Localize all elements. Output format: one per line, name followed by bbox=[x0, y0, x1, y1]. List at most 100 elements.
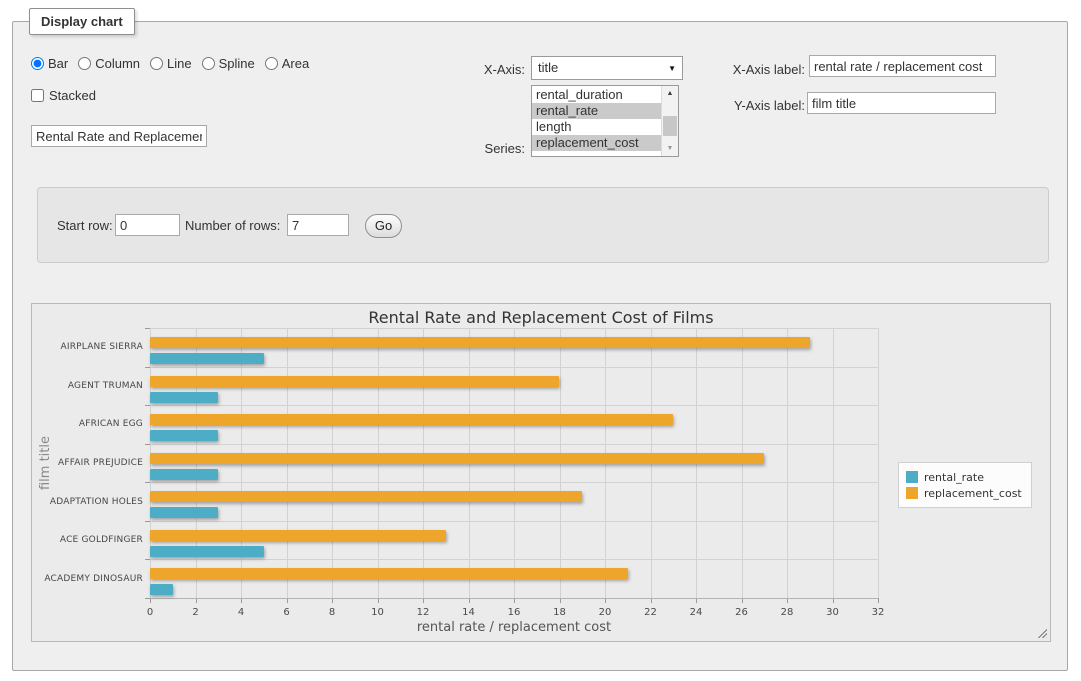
chart-title-input[interactable] bbox=[31, 125, 207, 147]
resize-handle-icon[interactable] bbox=[1036, 627, 1047, 638]
x-tick-label: 14 bbox=[456, 607, 482, 618]
legend-item-rental_rate[interactable]: rental_rate bbox=[906, 469, 1022, 485]
chart-type-label-line: Line bbox=[167, 56, 192, 71]
chart-type-radio-spline[interactable] bbox=[202, 57, 215, 70]
gridline-y bbox=[150, 405, 878, 406]
x-axis-select[interactable]: title ▼ bbox=[531, 56, 683, 80]
scroll-up-icon[interactable]: ▲ bbox=[662, 86, 678, 101]
bar-rental_rate[interactable] bbox=[150, 430, 218, 441]
bar-replacement_cost[interactable] bbox=[150, 568, 628, 579]
number-of-rows-input[interactable] bbox=[287, 214, 349, 236]
bar-replacement_cost[interactable] bbox=[150, 530, 446, 541]
x-tick-label: 10 bbox=[365, 607, 391, 618]
gridline-y bbox=[150, 328, 878, 329]
chart-type-label-column: Column bbox=[95, 56, 140, 71]
chart-type-option-spline[interactable]: Spline bbox=[202, 56, 255, 71]
bar-replacement_cost[interactable] bbox=[150, 453, 764, 464]
y-tick-mark bbox=[145, 405, 150, 406]
chart-type-option-line[interactable]: Line bbox=[150, 56, 192, 71]
bar-rental_rate[interactable] bbox=[150, 546, 264, 557]
legend-label: rental_rate bbox=[924, 471, 984, 484]
x-tick-label: 2 bbox=[183, 607, 209, 618]
chart-type-label-area: Area bbox=[282, 56, 309, 71]
x-tick-label: 6 bbox=[274, 607, 300, 618]
chart-legend: rental_rate replacement_cost bbox=[898, 462, 1032, 508]
chevron-down-icon: ▼ bbox=[668, 64, 676, 73]
scroll-down-icon[interactable]: ▼ bbox=[662, 141, 678, 156]
y-tick-mark bbox=[145, 328, 150, 329]
bar-rental_rate[interactable] bbox=[150, 392, 218, 403]
chart-type-option-area[interactable]: Area bbox=[265, 56, 309, 71]
chart-type-radio-line[interactable] bbox=[150, 57, 163, 70]
gridline-y bbox=[150, 482, 878, 483]
chart-type-radio-column[interactable] bbox=[78, 57, 91, 70]
x-tick-label: 0 bbox=[137, 607, 163, 618]
chart-type-option-column[interactable]: Column bbox=[78, 56, 140, 71]
legend-swatch-rental_rate bbox=[906, 471, 918, 483]
x-tick-label: 28 bbox=[774, 607, 800, 618]
go-button[interactable]: Go bbox=[365, 214, 402, 238]
bar-rental_rate[interactable] bbox=[150, 353, 264, 364]
y-tick-mark bbox=[145, 482, 150, 483]
series-option-length[interactable]: length bbox=[532, 119, 661, 135]
gridline-y bbox=[150, 559, 878, 560]
gridline-x bbox=[833, 328, 834, 598]
x-tick-label: 4 bbox=[228, 607, 254, 618]
series-list-scrollbar[interactable]: ▲ ▼ bbox=[661, 86, 678, 156]
legend-item-replacement_cost[interactable]: replacement_cost bbox=[906, 485, 1022, 501]
series-caption: Series: bbox=[451, 141, 525, 156]
plot-area: 02468101214161820222426283032AIRPLANE SI… bbox=[150, 328, 878, 598]
scrollbar-thumb[interactable] bbox=[663, 116, 677, 136]
start-row-input[interactable] bbox=[115, 214, 180, 236]
x-axis-caption: X-Axis: bbox=[451, 62, 525, 77]
y-tick-mark bbox=[145, 559, 150, 560]
chart-type-radio-area[interactable] bbox=[265, 57, 278, 70]
chart-type-radio-bar[interactable] bbox=[31, 57, 44, 70]
gridline-y bbox=[150, 444, 878, 445]
x-tick-label: 16 bbox=[501, 607, 527, 618]
bar-rental_rate[interactable] bbox=[150, 507, 218, 518]
x-tick-label: 8 bbox=[319, 607, 345, 618]
bar-replacement_cost[interactable] bbox=[150, 337, 810, 348]
bar-rental_rate[interactable] bbox=[150, 584, 173, 595]
series-option-replacement_cost[interactable]: replacement_cost bbox=[532, 135, 661, 151]
chart-type-option-bar[interactable]: Bar bbox=[31, 56, 68, 71]
gridline-y bbox=[150, 598, 878, 599]
y-axis-label-input[interactable] bbox=[807, 92, 996, 114]
category-label: AGENT TRUMAN bbox=[22, 381, 143, 391]
y-tick-mark bbox=[145, 598, 150, 599]
x-tick-mark bbox=[878, 598, 879, 603]
gridline-x bbox=[787, 328, 788, 598]
series-options: rental_durationrental_ratelengthreplacem… bbox=[532, 86, 661, 156]
x-tick-label: 26 bbox=[729, 607, 755, 618]
row-controls-panel: Start row: Number of rows: Go bbox=[37, 187, 1049, 263]
x-tick-label: 12 bbox=[410, 607, 436, 618]
fieldset-legend: Display chart bbox=[29, 8, 135, 35]
series-multiselect[interactable]: rental_durationrental_ratelengthreplacem… bbox=[531, 85, 679, 157]
series-option-rental_duration[interactable]: rental_duration bbox=[532, 87, 661, 103]
legend-label: replacement_cost bbox=[924, 487, 1022, 500]
stacked-label: Stacked bbox=[49, 88, 96, 103]
x-tick-label: 18 bbox=[547, 607, 573, 618]
x-axis-label-caption: X-Axis label: bbox=[713, 62, 805, 77]
stacked-checkbox[interactable] bbox=[31, 89, 44, 102]
start-row-caption: Start row: bbox=[57, 218, 113, 233]
bar-rental_rate[interactable] bbox=[150, 469, 218, 480]
category-label: ACADEMY DINOSAUR bbox=[22, 574, 143, 584]
y-axis-label-caption: Y-Axis label: bbox=[713, 98, 805, 113]
y-tick-mark bbox=[145, 521, 150, 522]
bar-replacement_cost[interactable] bbox=[150, 491, 582, 502]
category-label: ACE GOLDFINGER bbox=[22, 535, 143, 545]
series-option-rental_rate[interactable]: rental_rate bbox=[532, 103, 661, 119]
stacked-checkbox-row[interactable]: Stacked bbox=[31, 88, 96, 103]
x-tick-label: 22 bbox=[638, 607, 664, 618]
bar-replacement_cost[interactable] bbox=[150, 376, 559, 387]
number-of-rows-caption: Number of rows: bbox=[185, 218, 280, 233]
bar-replacement_cost[interactable] bbox=[150, 414, 673, 425]
x-tick-label: 30 bbox=[820, 607, 846, 618]
gridline-x bbox=[878, 328, 879, 598]
gridline-y bbox=[150, 367, 878, 368]
chart-type-radios: Bar Column Line Spline Area bbox=[31, 56, 309, 71]
x-axis-label-input[interactable] bbox=[809, 55, 996, 77]
x-tick-label: 24 bbox=[683, 607, 709, 618]
